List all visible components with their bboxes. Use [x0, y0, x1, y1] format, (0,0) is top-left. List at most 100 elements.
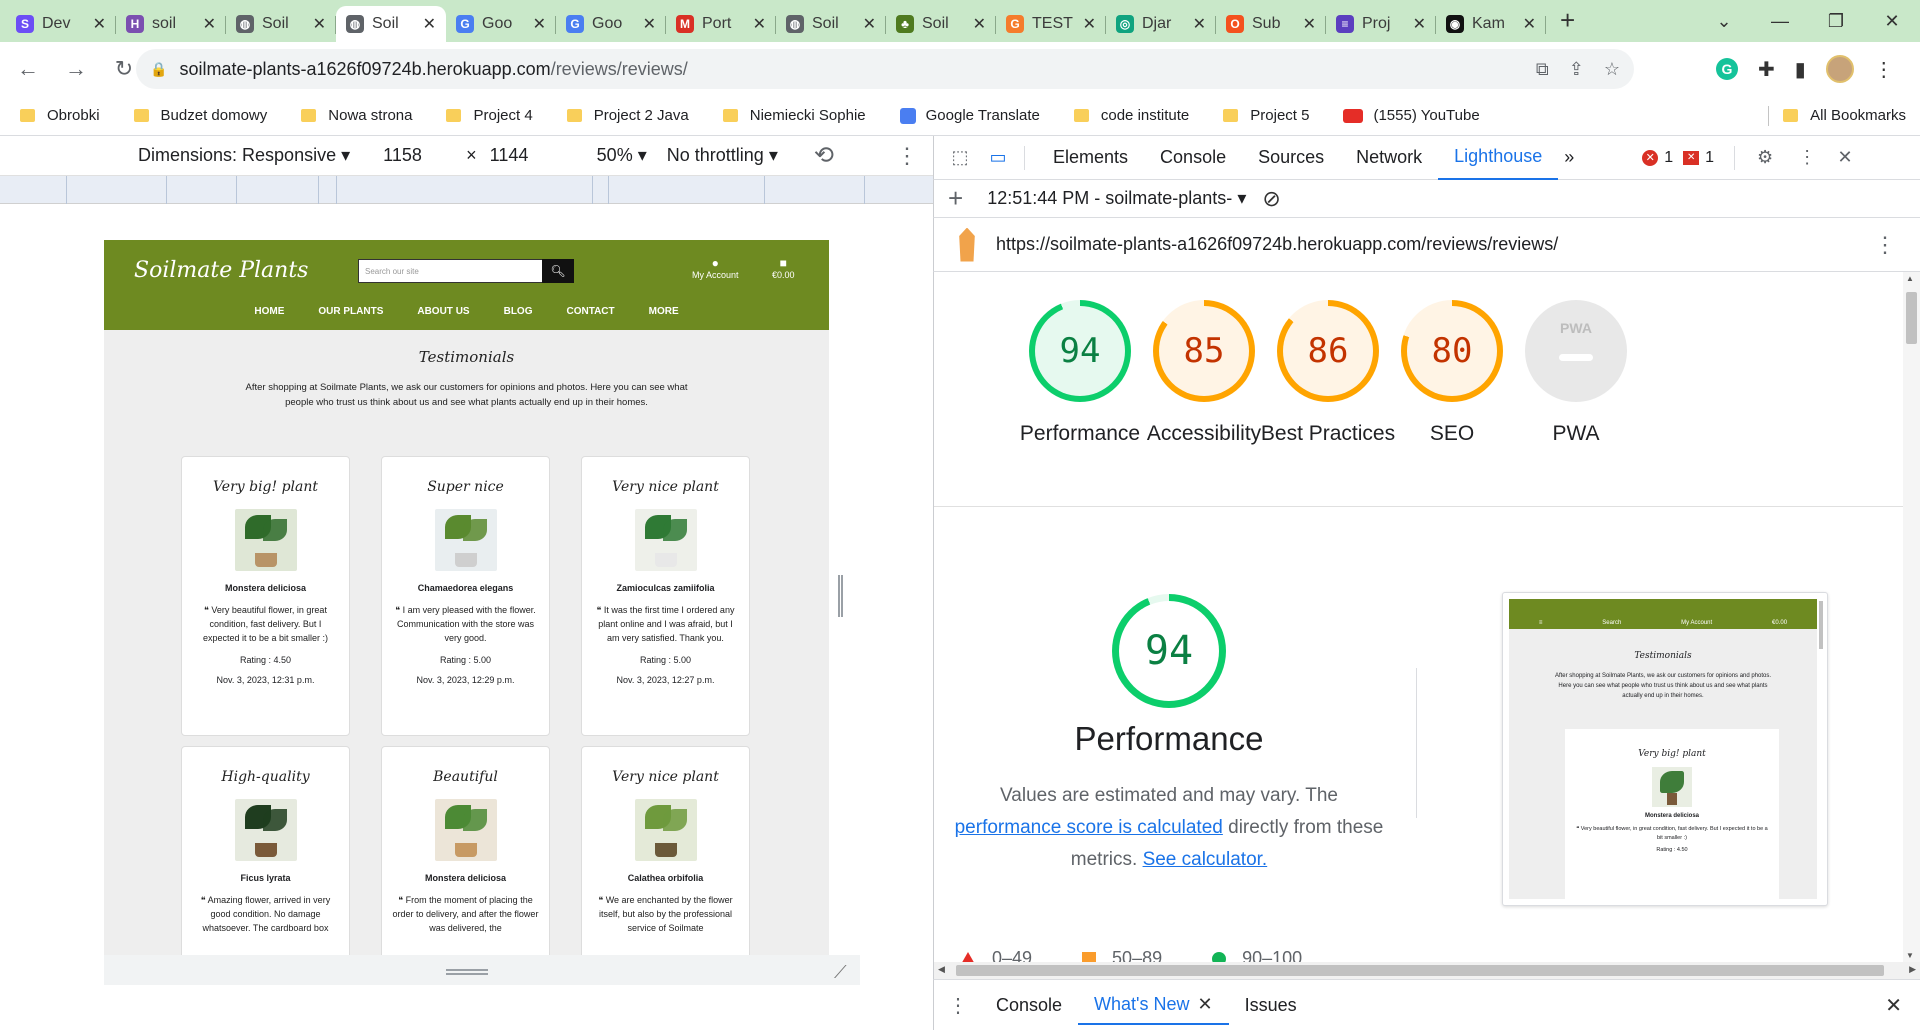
final-screenshot-thumbnail[interactable]: ≡ Search My Account €0.00 Testimonials Afte…	[1502, 592, 1828, 906]
browser-tab[interactable]: ◍ Soil ✕	[776, 6, 886, 42]
browser-tab[interactable]: ◍ Soil ✕	[336, 6, 446, 42]
bookmark-item[interactable]: code institute	[1073, 107, 1189, 124]
devtools-settings-gear-icon[interactable]: ⚙	[1753, 146, 1777, 170]
tab-search-icon[interactable]: ⌄	[1696, 11, 1752, 32]
shopping-bag-link[interactable]: ■ €0.00	[772, 256, 795, 280]
tab-close-icon[interactable]: ✕	[93, 14, 106, 34]
close-window-button[interactable]: ✕	[1864, 11, 1920, 32]
devtools-more-icon[interactable]: ⋮	[1795, 146, 1819, 170]
translate-icon[interactable]: ⧉	[1536, 59, 1549, 80]
error-count-badge[interactable]: ✕ 1	[1642, 149, 1673, 167]
tab-close-icon[interactable]: ✕	[973, 14, 986, 34]
zoom-select[interactable]: 50% ▾	[597, 145, 647, 166]
bookmark-item[interactable]: (1555) YouTube	[1343, 107, 1480, 124]
share-icon[interactable]: ⇪	[1569, 59, 1584, 80]
height-input[interactable]: 1144	[484, 141, 565, 170]
report-selector[interactable]: 12:51:44 PM - soilmate-plants- ▾	[987, 188, 1246, 209]
tab-close-icon[interactable]: ✕	[203, 14, 216, 34]
tab-close-icon[interactable]: ✕	[863, 14, 876, 34]
my-account-link[interactable]: ● My Account	[692, 256, 739, 280]
site-search-button[interactable]: 🔍︎	[542, 259, 574, 283]
scrollbar-thumb[interactable]	[1906, 292, 1917, 344]
new-report-plus-icon[interactable]: +	[948, 183, 963, 214]
new-tab-button[interactable]: +	[1560, 5, 1575, 36]
tab-close-icon[interactable]: ✕	[1413, 14, 1426, 34]
tab-close-icon[interactable]: ✕	[313, 14, 326, 34]
site-nav-link[interactable]: CONTACT	[566, 306, 614, 317]
extensions-puzzle-icon[interactable]: ✚	[1758, 57, 1775, 82]
browser-tab[interactable]: ♣ Soil ✕	[886, 6, 996, 42]
clear-reports-icon[interactable]: ⊘	[1262, 186, 1280, 212]
scroll-left-arrow-icon[interactable]: ◀	[938, 964, 945, 975]
devtools-close-icon[interactable]: ✕	[1833, 146, 1857, 170]
browser-tab[interactable]: G Goo ✕	[556, 6, 666, 42]
tab-close-icon[interactable]: ✕	[1523, 14, 1536, 34]
dimensions-select[interactable]: Dimensions: Responsive ▾	[138, 145, 350, 166]
drawer-tab[interactable]: Console	[980, 985, 1078, 1025]
bookmark-item[interactable]: Project 5	[1223, 107, 1309, 124]
viewport-bottom-resize-handle[interactable]	[446, 969, 488, 975]
bookmark-item[interactable]: Nowa strona	[301, 107, 412, 124]
site-nav-link[interactable]: MORE	[649, 306, 679, 317]
bookmark-item[interactable]: Project 2 Java	[566, 107, 689, 124]
drawer-tab[interactable]: What's New ✕	[1078, 985, 1229, 1025]
site-nav-link[interactable]: HOME	[254, 306, 284, 317]
devtools-tab-sources[interactable]: Sources	[1242, 136, 1340, 180]
tab-close-icon[interactable]: ✕	[1193, 14, 1206, 34]
tab-close-icon[interactable]: ✕	[643, 14, 656, 34]
browser-tab[interactable]: O Sub ✕	[1216, 6, 1326, 42]
forward-button[interactable]: →	[56, 56, 96, 82]
browser-tab[interactable]: S Dev ✕	[6, 6, 116, 42]
gauge-seo[interactable]: 80 SEO	[1376, 300, 1528, 449]
devtools-tab-elements[interactable]: Elements	[1037, 136, 1144, 180]
devtools-tab-lighthouse[interactable]: Lighthouse	[1438, 136, 1559, 180]
bookmark-star-icon[interactable]: ☆	[1604, 59, 1620, 80]
drawer-close-icon[interactable]: ✕	[1885, 993, 1902, 1018]
bookmark-item[interactable]: Project 4	[446, 107, 533, 124]
side-panel-icon[interactable]: ▮	[1795, 57, 1806, 82]
report-vertical-scrollbar[interactable]: ▲ ▼	[1903, 272, 1920, 962]
rotate-icon[interactable]: ⟲	[814, 141, 834, 170]
bookmark-item[interactable]: Obrobki	[20, 107, 100, 124]
site-nav-link[interactable]: OUR PLANTS	[318, 306, 383, 317]
browser-tab[interactable]: ◉ Kam ✕	[1436, 6, 1546, 42]
site-nav-link[interactable]: BLOG	[504, 306, 533, 317]
viewport-corner-resize-icon[interactable]: ⟋	[834, 962, 847, 983]
bookmark-item[interactable]: Niemiecki Sophie	[722, 107, 866, 124]
scroll-down-arrow-icon[interactable]: ▼	[1906, 951, 1914, 960]
more-tabs-button[interactable]: »	[1558, 136, 1580, 180]
issue-count-badge[interactable]: ✕ 1	[1683, 149, 1714, 167]
browser-tab[interactable]: Hsoil ✕	[116, 6, 226, 42]
inspect-element-icon[interactable]: ⬚	[948, 146, 972, 170]
browser-menu-icon[interactable]: ⋮	[1874, 57, 1894, 82]
devtools-tab-console[interactable]: Console	[1144, 136, 1242, 180]
report-horizontal-scrollbar[interactable]: ◀ ▶	[933, 962, 1920, 979]
drawer-menu-icon[interactable]: ⋮	[948, 993, 968, 1018]
tab-close-icon[interactable]: ✕	[533, 14, 546, 34]
tab-close-icon[interactable]: ✕	[1083, 14, 1096, 34]
browser-tab[interactable]: G TEST ✕	[996, 6, 1106, 42]
scroll-up-arrow-icon[interactable]: ▲	[1906, 274, 1914, 283]
bookmark-item[interactable]: Google Translate	[899, 107, 1040, 124]
devtools-tab-network[interactable]: Network	[1340, 136, 1438, 180]
throttling-select[interactable]: No throttling ▾	[667, 145, 778, 166]
device-toggle-icon[interactable]: ▭	[986, 146, 1010, 170]
width-input[interactable]: 1158	[378, 141, 459, 170]
grammarly-icon[interactable]: G	[1716, 58, 1738, 80]
browser-tab[interactable]: ◍ Soil ✕	[226, 6, 336, 42]
browser-tab[interactable]: ◎ Djar ✕	[1106, 6, 1216, 42]
browser-tab[interactable]: G Goo ✕	[446, 6, 556, 42]
drawer-tab-close-icon[interactable]: ✕	[1198, 994, 1213, 1015]
profile-avatar[interactable]	[1825, 55, 1854, 83]
report-menu-icon[interactable]: ⋮	[1874, 232, 1896, 258]
all-bookmarks-folder[interactable]: All Bookmarks	[1783, 107, 1906, 124]
scroll-right-arrow-icon[interactable]: ▶	[1909, 964, 1916, 975]
device-more-icon[interactable]: ⋮	[896, 143, 918, 169]
site-logo[interactable]: Soilmate Plants	[134, 258, 308, 283]
bookmark-item[interactable]: Budzet domowy	[133, 107, 267, 124]
see-calculator-link[interactable]: See calculator.	[1143, 849, 1268, 870]
browser-tab[interactable]: M Port ✕	[666, 6, 776, 42]
maximize-button[interactable]: ❐	[1808, 11, 1864, 32]
minimize-button[interactable]: —	[1752, 11, 1808, 32]
tab-close-icon[interactable]: ✕	[753, 14, 766, 34]
